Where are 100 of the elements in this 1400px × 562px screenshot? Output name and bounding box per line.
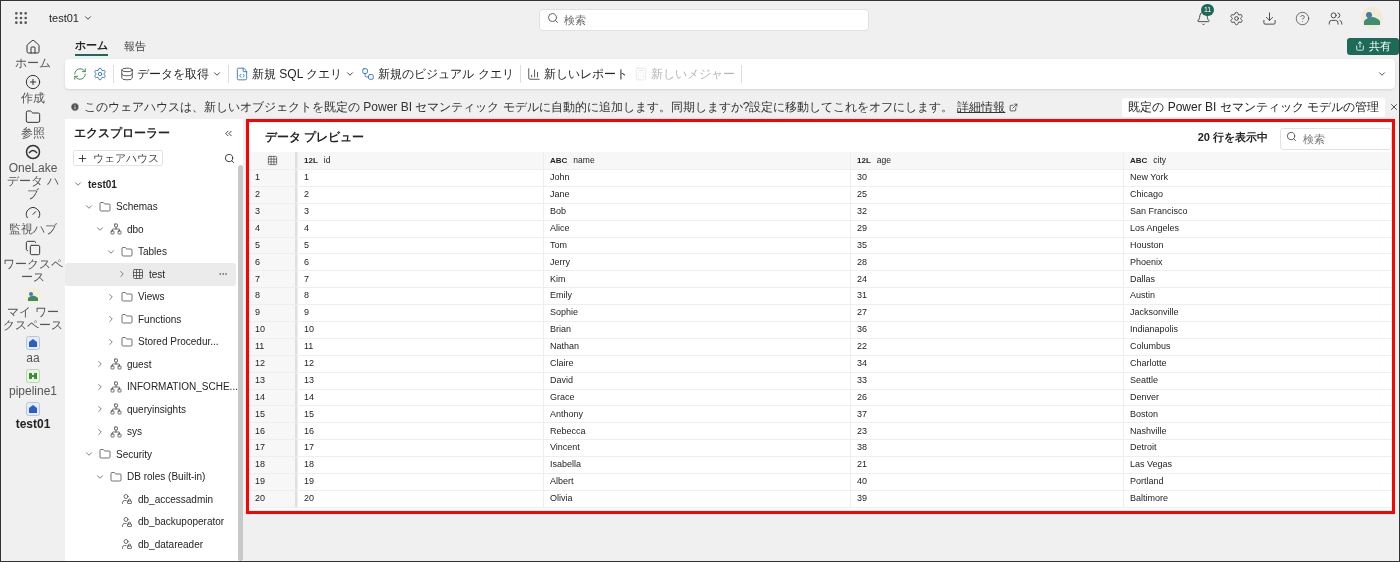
plus-icon [25, 74, 41, 90]
folder-icon [121, 245, 133, 258]
table-cell: 39 [850, 490, 1123, 507]
tree-label: guest [127, 357, 153, 372]
column-header[interactable]: ABC name [543, 152, 850, 169]
schema-icon [110, 380, 122, 393]
table-cell: Albert [543, 474, 850, 490]
download-icon[interactable] [1262, 10, 1277, 26]
nav-item[interactable]: 参照 [2, 109, 64, 140]
nav-item[interactable]: マイ ワークスペース [2, 288, 64, 332]
tree-label: Tables [138, 245, 168, 260]
table-cell: 8 [297, 288, 543, 305]
table-cell: Vincent [543, 440, 850, 457]
close-icon[interactable] [1389, 102, 1399, 112]
toolbar-button[interactable]: 新規 SQL クエリ [235, 65, 356, 83]
manage-model-button[interactable]: 既定の Power BI セマンティック モデルの管理 [1122, 97, 1385, 117]
tree-item[interactable]: queryinsights [65, 398, 236, 421]
tree-item[interactable]: Tables [65, 240, 236, 263]
row-number: 18 [249, 457, 297, 474]
tree-item[interactable]: Stored Procedur... [65, 330, 236, 353]
tree-item[interactable]: test [65, 263, 236, 286]
table-cell: 1 [297, 170, 543, 186]
table-cell: 23 [850, 423, 1123, 440]
toolbar-button[interactable] [73, 67, 87, 81]
table-cell: 25 [850, 186, 1123, 203]
table-cell: Nathan [543, 338, 850, 355]
column-name: name [573, 154, 595, 167]
toolbar-button[interactable]: 新規のビジュアル クエリ [361, 65, 514, 83]
tree-item[interactable]: Security [65, 443, 236, 466]
preview-search-field[interactable]: 検索 [1280, 128, 1392, 150]
column-header[interactable]: 12L age [850, 152, 1123, 169]
folder-icon [121, 290, 133, 303]
help-icon[interactable] [1295, 10, 1310, 26]
tree-item[interactable]: DB roles (Built-in) [65, 465, 236, 488]
search-icon[interactable] [224, 152, 235, 164]
table-cell: 36 [850, 322, 1123, 338]
table-cell: 19 [297, 474, 543, 490]
tree-label: Stored Procedur... [138, 335, 220, 350]
learn-more-link[interactable]: 詳細情報 [957, 98, 1006, 116]
table-cell: 20 [297, 490, 543, 507]
warehouse-icon [26, 402, 40, 416]
column-header[interactable]: 12L id [297, 152, 543, 169]
table-cell: Las Vegas [1123, 457, 1392, 474]
info-message: このウェアハウスは、新しいオブジェクトを既定の Power BI セマンティック モデルに自動的に追加します。同期しますか?設定に移動してこれをオフにします。 [84, 99, 954, 116]
table-cell: Bob [543, 203, 850, 220]
nav-item[interactable]: ワークスペース [2, 240, 64, 284]
tree-label: Schemas [116, 200, 159, 215]
workspace-switcher[interactable]: test01 [49, 9, 93, 27]
table-cell: Austin [1123, 288, 1392, 305]
table-cell: Charlotte [1123, 355, 1392, 372]
row-number: 10 [249, 322, 297, 338]
scrollbar[interactable] [238, 165, 243, 561]
people-icon[interactable] [1328, 10, 1343, 26]
nav-item[interactable]: OneLake データ ハブ [2, 144, 64, 201]
tree-item[interactable]: db_backupoperator [65, 510, 236, 533]
tree-item[interactable]: guest [65, 353, 236, 376]
tree-item[interactable]: db_accessadmin [65, 488, 236, 511]
toolbar-button[interactable] [93, 67, 107, 81]
settings-icon[interactable] [1229, 10, 1244, 26]
column-header[interactable]: ABC city [1123, 152, 1392, 169]
app-launcher-icon[interactable] [13, 10, 29, 26]
user-lock-icon [121, 493, 133, 506]
tree-item[interactable]: test01 [65, 173, 236, 196]
ribbon-tab[interactable]: ホーム [75, 36, 108, 56]
tree-item[interactable]: INFORMATION_SCHE... [65, 375, 236, 398]
table-cell: Indianapolis [1123, 322, 1392, 338]
table-cell: 37 [850, 406, 1123, 423]
toolbar-button[interactable]: 新しいレポート [526, 65, 628, 83]
row-number: 7 [249, 271, 297, 288]
plus-icon [77, 152, 88, 164]
tree-item[interactable]: Schemas [65, 195, 236, 218]
tree-item[interactable]: db_datareader [65, 533, 236, 556]
gauge-icon [25, 205, 41, 221]
table-cell: Tom [543, 237, 850, 254]
search-field[interactable]: 検索 [539, 9, 869, 31]
nav-item[interactable]: ホーム [2, 39, 64, 70]
toolbar-button[interactable]: データを取得 [120, 65, 222, 83]
nav-item[interactable]: test01 [2, 402, 64, 431]
table-cell: Isabella [543, 457, 850, 474]
chevron-down-icon [82, 13, 93, 23]
tree-item[interactable]: Functions [65, 308, 236, 331]
tree-label: db_backupoperator [138, 515, 226, 530]
chevron-down-icon[interactable] [1377, 69, 1387, 79]
share-button[interactable]: 共有 [1347, 37, 1399, 55]
nav-item[interactable]: 作成 [2, 74, 64, 105]
row-number: 17 [249, 440, 297, 457]
notification-icon[interactable] [1196, 10, 1211, 26]
ribbon-tab[interactable]: 報告 [124, 36, 146, 56]
table-cell: Jane [543, 186, 850, 203]
tree-item[interactable]: Views [65, 285, 236, 308]
table-cell: Sophie [543, 305, 850, 321]
nav-item[interactable]: 監視ハブ [2, 205, 64, 236]
table-cell: Kim [543, 271, 850, 288]
schema-icon [110, 403, 122, 416]
nav-item[interactable]: pipeline1 [2, 369, 64, 398]
tree-label: Functions [138, 312, 183, 327]
tree-item[interactable]: sys [65, 420, 236, 443]
add-warehouse-button[interactable]: ウェアハウス [73, 150, 163, 166]
nav-item[interactable]: aa [2, 336, 64, 365]
tree-item[interactable]: dbo [65, 218, 236, 241]
